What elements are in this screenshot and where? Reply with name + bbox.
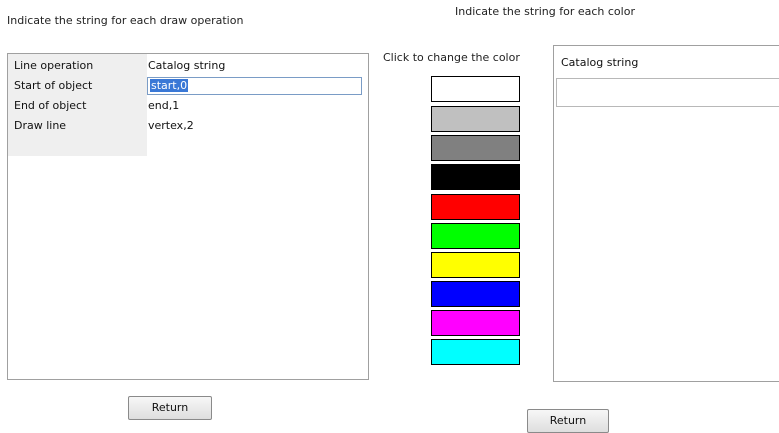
color-swatch-gray[interactable]	[431, 135, 520, 161]
row-op-start: Start of object	[14, 79, 93, 92]
color-catalog-input[interactable]	[556, 78, 779, 107]
draw-operation-table: Line operation Catalog string Start of o…	[7, 53, 369, 380]
return-button-color[interactable]: Return	[527, 409, 609, 433]
color-swatch-silver[interactable]	[431, 106, 520, 132]
color-swatch-red[interactable]	[431, 194, 520, 220]
header-line-operation: Line operation	[14, 59, 94, 72]
draw-operation-title: Indicate the string for each draw operat…	[7, 14, 244, 27]
catalog-string-input-start[interactable]: start,0	[147, 77, 362, 95]
selected-text: start,0	[150, 79, 189, 92]
row-value-draw-line[interactable]: vertex,2	[148, 119, 194, 132]
row-op-end: End of object	[14, 99, 87, 112]
color-title: Indicate the string for each color	[455, 5, 635, 18]
row-op-draw-line: Draw line	[14, 119, 67, 132]
return-button-draw[interactable]: Return	[128, 396, 212, 420]
color-swatch-blue[interactable]	[431, 281, 520, 307]
color-swatch-yellow[interactable]	[431, 252, 520, 278]
color-swatch-magenta[interactable]	[431, 310, 520, 336]
color-catalog-table: Catalog string	[553, 45, 779, 382]
header-catalog-string: Catalog string	[148, 59, 226, 72]
change-color-label: Click to change the color	[383, 51, 520, 64]
color-swatch-green[interactable]	[431, 223, 520, 249]
color-swatch-black[interactable]	[431, 164, 520, 190]
row-value-end[interactable]: end,1	[148, 99, 179, 112]
color-swatch-cyan[interactable]	[431, 339, 520, 365]
header-catalog-string-color: Catalog string	[561, 56, 639, 69]
color-swatch-white[interactable]	[431, 76, 520, 102]
